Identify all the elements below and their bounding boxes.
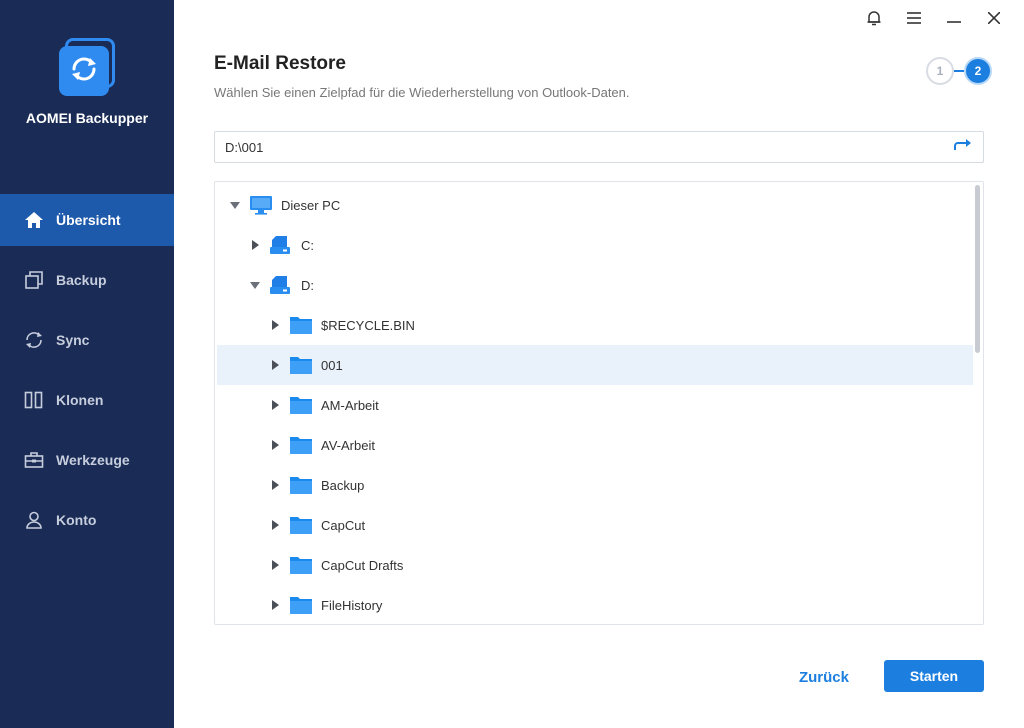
app-name: AOMEI Backupper <box>25 110 149 126</box>
tree-row-label: D: <box>301 277 314 293</box>
expand-arrow-icon[interactable] <box>269 399 281 411</box>
folder-icon <box>289 434 313 456</box>
minimize-icon <box>947 11 961 29</box>
folder-icon <box>289 474 313 496</box>
folder-icon <box>289 554 313 576</box>
tree-row-label: CapCut Drafts <box>321 557 404 573</box>
tree-row[interactable]: C: <box>217 225 973 265</box>
tree-row-label: CapCut <box>321 517 366 533</box>
tree-row[interactable]: Dieser PC <box>217 185 973 225</box>
home-icon <box>24 210 44 230</box>
back-button[interactable]: Zurück <box>786 662 862 692</box>
sidebar-item-overview[interactable]: Übersicht <box>0 194 174 246</box>
tree-row[interactable]: $RECYCLE.BIN <box>217 305 973 345</box>
expand-arrow-icon[interactable] <box>269 439 281 451</box>
sidebar: AOMEI Backupper Übersicht Backup Sync Kl… <box>0 0 174 728</box>
folder-icon <box>289 514 313 536</box>
expand-arrow-icon[interactable] <box>249 239 261 251</box>
tree-row[interactable]: AM-Arbeit <box>217 385 973 425</box>
tree-row[interactable]: CapCut <box>217 505 973 545</box>
tree-row[interactable]: CapCut Drafts <box>217 545 973 585</box>
sidebar-item-clone[interactable]: Klonen <box>0 374 174 426</box>
page-title: E-Mail Restore <box>214 53 346 74</box>
collapse-arrow-icon[interactable] <box>229 199 241 211</box>
sidebar-item-label: Werkzeuge <box>56 452 130 468</box>
drive-icon <box>269 234 293 256</box>
sidebar-item-account[interactable]: Konto <box>0 494 174 546</box>
menu-button[interactable] <box>894 8 934 32</box>
tree-row-label: AM-Arbeit <box>321 397 379 413</box>
step-connector <box>954 70 964 72</box>
expand-arrow-icon[interactable] <box>269 599 281 611</box>
page-subtitle: Wählen Sie einen Zielpfad für die Wieder… <box>214 85 630 100</box>
computer-icon <box>249 194 273 216</box>
close-button[interactable] <box>974 8 1014 32</box>
sidebar-item-sync[interactable]: Sync <box>0 314 174 366</box>
folder-icon <box>289 594 313 616</box>
expand-arrow-icon[interactable] <box>269 559 281 571</box>
step-2-current: 2 <box>964 57 992 85</box>
sync-icon <box>24 330 44 350</box>
close-icon <box>987 11 1001 29</box>
tree-row[interactable]: FileHistory <box>217 585 973 624</box>
step-indicator: 1 2 <box>926 57 992 85</box>
arrow-right-icon <box>954 138 972 156</box>
expand-arrow-icon[interactable] <box>269 519 281 531</box>
sidebar-nav: Übersicht Backup Sync Klonen Werkzeuge K… <box>0 194 174 554</box>
go-button[interactable] <box>943 132 983 162</box>
tree-row-label: Dieser PC <box>281 197 341 213</box>
tree-row-label: C: <box>301 237 314 253</box>
user-icon <box>24 510 44 530</box>
tree-row[interactable]: 001 <box>217 345 973 385</box>
step-1: 1 <box>926 57 954 85</box>
minimize-button[interactable] <box>934 8 974 32</box>
tree-row-label: FileHistory <box>321 597 383 613</box>
menu-icon <box>907 11 921 29</box>
notifications-button[interactable] <box>854 8 894 32</box>
clone-icon <box>24 390 44 410</box>
expand-arrow-icon[interactable] <box>269 319 281 331</box>
folder-tree: Dieser PC C: D: $RECYCLE.BIN 001 AM-Arbeit AV-… <box>214 181 984 625</box>
sidebar-item-label: Sync <box>56 332 90 348</box>
collapse-arrow-icon[interactable] <box>249 279 261 291</box>
drive-icon <box>269 274 293 296</box>
expand-arrow-icon[interactable] <box>269 359 281 371</box>
tree-row[interactable]: D: <box>217 265 973 305</box>
start-button[interactable]: Starten <box>884 660 984 692</box>
tree-row-label: 001 <box>321 357 343 373</box>
sidebar-item-label: Konto <box>56 512 97 528</box>
sidebar-item-label: Übersicht <box>56 212 121 228</box>
tree-row[interactable]: AV-Arbeit <box>217 425 973 465</box>
brand: AOMEI Backupper <box>0 38 174 126</box>
window-controls <box>854 8 1014 32</box>
target-path-input[interactable] <box>215 132 943 162</box>
app-logo <box>57 38 117 98</box>
path-field <box>214 131 984 163</box>
tree-row-label: $RECYCLE.BIN <box>321 317 415 333</box>
expand-arrow-icon[interactable] <box>269 479 281 491</box>
folder-icon <box>289 354 313 376</box>
backup-icon <box>24 270 44 290</box>
tree-row-label: Backup <box>321 477 365 493</box>
sidebar-item-label: Backup <box>56 272 107 288</box>
folder-icon <box>289 394 313 416</box>
tree-row[interactable]: Backup <box>217 465 973 505</box>
tree-scrollbar[interactable] <box>975 185 980 353</box>
folder-icon <box>289 314 313 336</box>
tree-row-label: AV-Arbeit <box>321 437 375 453</box>
sidebar-item-backup[interactable]: Backup <box>0 254 174 306</box>
sidebar-item-tools[interactable]: Werkzeuge <box>0 434 174 486</box>
bell-icon <box>866 10 882 31</box>
toolbox-icon <box>24 450 44 470</box>
sidebar-item-label: Klonen <box>56 392 104 408</box>
